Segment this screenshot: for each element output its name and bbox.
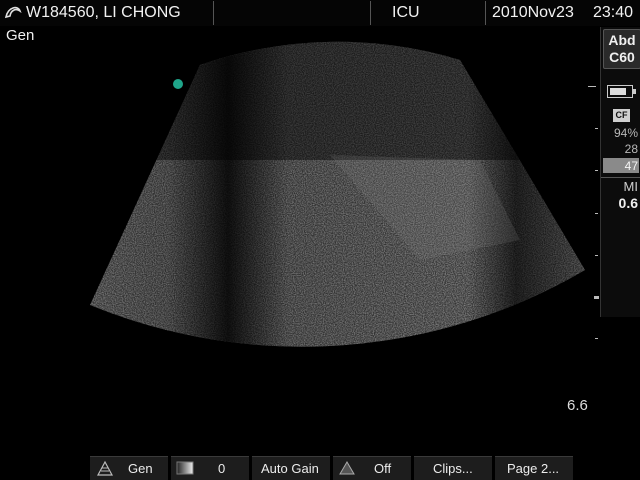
page-label: Page 2... [507,461,560,476]
probe-model: C60 [609,49,635,65]
exam-label: Gen [128,461,153,476]
side-panel: Abd C60 CF 94% 28 47 MI 0.6 [600,27,640,317]
page-button[interactable]: Page 2... [495,456,573,480]
focus-marker [173,79,183,89]
time-label: 23:40 [593,4,634,21]
probe-exam-icon [96,460,114,476]
mi-value: 0.6 [618,195,638,211]
depth-value: 6.6 [567,397,588,414]
date-label: 2010Nov23 [492,4,574,21]
sector-toggle-button[interactable]: Off [333,456,411,480]
divider [485,1,486,25]
sector-icon [339,461,355,475]
depth-tick [595,170,598,171]
logo-icon [4,6,22,19]
clips-label: Clips... [433,461,473,476]
probe-exam: Abd [608,32,636,48]
probe-box[interactable]: Abd C60 [603,29,640,69]
depth-tick [594,296,599,299]
bottom-bar: Gen 0 Auto Gain Off Clips... Page 2... [0,455,640,480]
divider [370,1,371,25]
depth-tick [588,86,596,87]
depth-tick [595,128,598,129]
auto-gain-label: Auto Gain [261,461,319,476]
gain-button[interactable]: 0 [171,456,249,480]
side-value-3: 47 [624,159,638,173]
patient-id: W184560, LI CHONG [26,4,181,21]
depth-tick [595,338,598,339]
battery-icon [607,85,636,98]
depth-tick [595,213,598,214]
side-value-1: 94% [613,126,638,140]
gain-value: 0 [218,461,226,476]
exam-button[interactable]: Gen [90,456,168,480]
cf-icon: CF [613,109,630,122]
divider [213,1,214,25]
divider [601,177,640,178]
auto-gain-button[interactable]: Auto Gain [252,456,330,480]
battery-level [610,88,626,95]
clips-button[interactable]: Clips... [414,456,492,480]
off-label: Off [374,461,392,476]
location-label: ICU [392,4,420,21]
depth-tick [595,255,598,256]
gain-gradient-icon [176,461,194,475]
ultrasound-image[interactable] [0,40,600,370]
mi-label: MI [623,179,638,194]
side-value-2: 28 [624,142,638,156]
header-bar: W184560, LI CHONG ICU 2010Nov23 23:40 [0,0,640,26]
